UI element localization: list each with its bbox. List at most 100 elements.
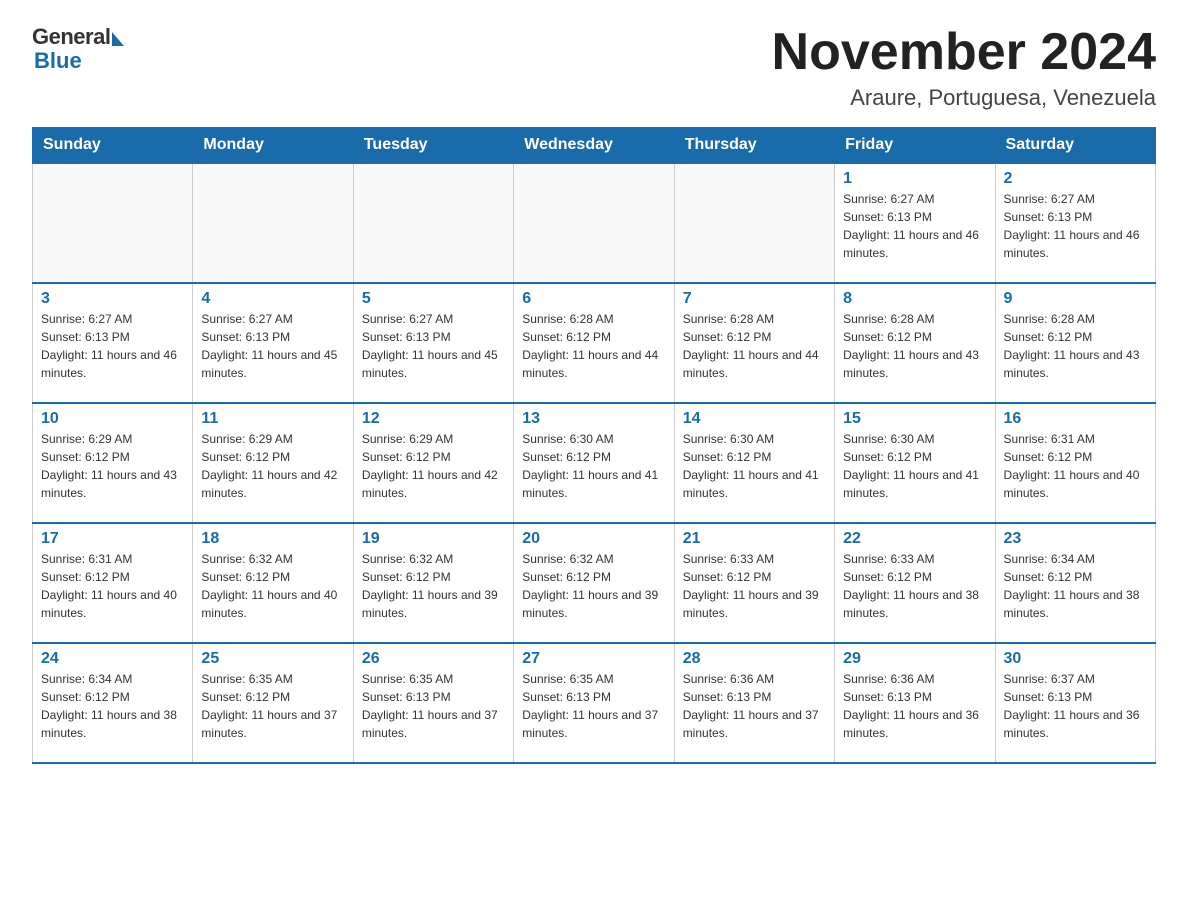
day-number: 26: [362, 650, 505, 668]
day-number: 21: [683, 530, 826, 548]
calendar-week-row: 3 Sunrise: 6:27 AM Sunset: 6:13 PM Daylig…: [33, 283, 1156, 403]
calendar-cell: 21 Sunrise: 6:33 AM Sunset: 6:12 PM Dayli…: [674, 523, 834, 643]
weekday-header-thursday: Thursday: [674, 128, 834, 164]
calendar-cell: 3 Sunrise: 6:27 AM Sunset: 6:13 PM Daylig…: [33, 283, 193, 403]
day-number: 10: [41, 410, 184, 428]
day-info: Sunrise: 6:35 AM Sunset: 6:13 PM Dayligh…: [522, 670, 665, 742]
calendar-cell: 6 Sunrise: 6:28 AM Sunset: 6:12 PM Daylig…: [514, 283, 674, 403]
day-info: Sunrise: 6:27 AM Sunset: 6:13 PM Dayligh…: [201, 310, 344, 382]
calendar-week-row: 10 Sunrise: 6:29 AM Sunset: 6:12 PM Dayli…: [33, 403, 1156, 523]
day-number: 23: [1004, 530, 1147, 548]
day-number: 6: [522, 290, 665, 308]
calendar-cell: 4 Sunrise: 6:27 AM Sunset: 6:13 PM Daylig…: [193, 283, 353, 403]
day-info: Sunrise: 6:35 AM Sunset: 6:12 PM Dayligh…: [201, 670, 344, 742]
day-number: 2: [1004, 170, 1147, 188]
day-info: Sunrise: 6:30 AM Sunset: 6:12 PM Dayligh…: [843, 430, 986, 502]
day-info: Sunrise: 6:28 AM Sunset: 6:12 PM Dayligh…: [683, 310, 826, 382]
day-info: Sunrise: 6:27 AM Sunset: 6:13 PM Dayligh…: [41, 310, 184, 382]
day-info: Sunrise: 6:27 AM Sunset: 6:13 PM Dayligh…: [1004, 190, 1147, 262]
day-info: Sunrise: 6:28 AM Sunset: 6:12 PM Dayligh…: [843, 310, 986, 382]
calendar-cell: 11Sunrise: 6:29 AM Sunset: 6:12 PM Dayli…: [193, 403, 353, 523]
day-number: 14: [683, 410, 826, 428]
day-info: Sunrise: 6:27 AM Sunset: 6:13 PM Dayligh…: [362, 310, 505, 382]
calendar-cell: 12 Sunrise: 6:29 AM Sunset: 6:12 PM Dayli…: [353, 403, 513, 523]
day-number: 5: [362, 290, 505, 308]
calendar-cell: 17 Sunrise: 6:31 AM Sunset: 6:12 PM Dayli…: [33, 523, 193, 643]
calendar-cell: 23 Sunrise: 6:34 AM Sunset: 6:12 PM Dayli…: [995, 523, 1155, 643]
calendar-cell: 20 Sunrise: 6:32 AM Sunset: 6:12 PM Dayli…: [514, 523, 674, 643]
day-info: Sunrise: 6:31 AM Sunset: 6:12 PM Dayligh…: [1004, 430, 1147, 502]
day-number: 9: [1004, 290, 1147, 308]
calendar-cell: [353, 163, 513, 283]
day-number: 29: [843, 650, 986, 668]
calendar-cell: 9 Sunrise: 6:28 AM Sunset: 6:12 PM Daylig…: [995, 283, 1155, 403]
calendar-cell: [33, 163, 193, 283]
day-number: 16: [1004, 410, 1147, 428]
day-info: Sunrise: 6:28 AM Sunset: 6:12 PM Dayligh…: [1004, 310, 1147, 382]
day-number: 8: [843, 290, 986, 308]
day-number: 19: [362, 530, 505, 548]
weekday-header-monday: Monday: [193, 128, 353, 164]
calendar-cell: 7 Sunrise: 6:28 AM Sunset: 6:12 PM Daylig…: [674, 283, 834, 403]
day-number: 13: [522, 410, 665, 428]
calendar-cell: 27Sunrise: 6:35 AM Sunset: 6:13 PM Dayli…: [514, 643, 674, 763]
weekday-header-saturday: Saturday: [995, 128, 1155, 164]
calendar-cell: 29 Sunrise: 6:36 AM Sunset: 6:13 PM Dayli…: [835, 643, 995, 763]
calendar-cell: 2 Sunrise: 6:27 AM Sunset: 6:13 PM Daylig…: [995, 163, 1155, 283]
day-info: Sunrise: 6:36 AM Sunset: 6:13 PM Dayligh…: [683, 670, 826, 742]
calendar-cell: 8 Sunrise: 6:28 AM Sunset: 6:12 PM Daylig…: [835, 283, 995, 403]
calendar-cell: 22 Sunrise: 6:33 AM Sunset: 6:12 PM Dayli…: [835, 523, 995, 643]
month-title: November 2024: [772, 24, 1156, 81]
calendar-cell: 10 Sunrise: 6:29 AM Sunset: 6:12 PM Dayli…: [33, 403, 193, 523]
logo-blue-text: Blue: [34, 48, 82, 74]
day-number: 17: [41, 530, 184, 548]
day-info: Sunrise: 6:28 AM Sunset: 6:12 PM Dayligh…: [522, 310, 665, 382]
day-info: Sunrise: 6:34 AM Sunset: 6:12 PM Dayligh…: [1004, 550, 1147, 622]
day-info: Sunrise: 6:27 AM Sunset: 6:13 PM Dayligh…: [843, 190, 986, 262]
calendar-cell: 15Sunrise: 6:30 AM Sunset: 6:12 PM Dayli…: [835, 403, 995, 523]
calendar-cell: 26 Sunrise: 6:35 AM Sunset: 6:13 PM Dayli…: [353, 643, 513, 763]
calendar-table: SundayMondayTuesdayWednesdayThursdayFrid…: [32, 127, 1156, 764]
day-info: Sunrise: 6:32 AM Sunset: 6:12 PM Dayligh…: [201, 550, 344, 622]
weekday-header-tuesday: Tuesday: [353, 128, 513, 164]
title-area: November 2024 Araure, Portuguesa, Venezu…: [772, 24, 1156, 111]
calendar-cell: 5 Sunrise: 6:27 AM Sunset: 6:13 PM Daylig…: [353, 283, 513, 403]
calendar-cell: 24Sunrise: 6:34 AM Sunset: 6:12 PM Dayli…: [33, 643, 193, 763]
calendar-cell: 30Sunrise: 6:37 AM Sunset: 6:13 PM Dayli…: [995, 643, 1155, 763]
day-info: Sunrise: 6:32 AM Sunset: 6:12 PM Dayligh…: [522, 550, 665, 622]
day-number: 20: [522, 530, 665, 548]
day-number: 11: [201, 410, 344, 428]
calendar-week-row: 24Sunrise: 6:34 AM Sunset: 6:12 PM Dayli…: [33, 643, 1156, 763]
logo: General Blue: [32, 24, 124, 74]
day-number: 3: [41, 290, 184, 308]
day-info: Sunrise: 6:34 AM Sunset: 6:12 PM Dayligh…: [41, 670, 184, 742]
day-number: 4: [201, 290, 344, 308]
day-number: 30: [1004, 650, 1147, 668]
day-info: Sunrise: 6:29 AM Sunset: 6:12 PM Dayligh…: [41, 430, 184, 502]
day-info: Sunrise: 6:32 AM Sunset: 6:12 PM Dayligh…: [362, 550, 505, 622]
calendar-cell: 16 Sunrise: 6:31 AM Sunset: 6:12 PM Dayli…: [995, 403, 1155, 523]
day-number: 22: [843, 530, 986, 548]
calendar-cell: 1 Sunrise: 6:27 AM Sunset: 6:13 PM Daylig…: [835, 163, 995, 283]
day-info: Sunrise: 6:29 AM Sunset: 6:12 PM Dayligh…: [362, 430, 505, 502]
calendar-cell: 25 Sunrise: 6:35 AM Sunset: 6:12 PM Dayli…: [193, 643, 353, 763]
calendar-cell: [514, 163, 674, 283]
day-info: Sunrise: 6:31 AM Sunset: 6:12 PM Dayligh…: [41, 550, 184, 622]
weekday-header-friday: Friday: [835, 128, 995, 164]
calendar-cell: 28Sunrise: 6:36 AM Sunset: 6:13 PM Dayli…: [674, 643, 834, 763]
weekday-header-sunday: Sunday: [33, 128, 193, 164]
day-info: Sunrise: 6:36 AM Sunset: 6:13 PM Dayligh…: [843, 670, 986, 742]
day-info: Sunrise: 6:33 AM Sunset: 6:12 PM Dayligh…: [843, 550, 986, 622]
day-number: 1: [843, 170, 986, 188]
day-number: 12: [362, 410, 505, 428]
calendar-cell: 14Sunrise: 6:30 AM Sunset: 6:12 PM Dayli…: [674, 403, 834, 523]
page-header: General Blue November 2024 Araure, Portu…: [32, 24, 1156, 111]
day-info: Sunrise: 6:33 AM Sunset: 6:12 PM Dayligh…: [683, 550, 826, 622]
weekday-header-wednesday: Wednesday: [514, 128, 674, 164]
day-number: 7: [683, 290, 826, 308]
day-info: Sunrise: 6:35 AM Sunset: 6:13 PM Dayligh…: [362, 670, 505, 742]
day-number: 25: [201, 650, 344, 668]
calendar-cell: 18Sunrise: 6:32 AM Sunset: 6:12 PM Dayli…: [193, 523, 353, 643]
calendar-cell: [674, 163, 834, 283]
calendar-week-row: 17 Sunrise: 6:31 AM Sunset: 6:12 PM Dayli…: [33, 523, 1156, 643]
